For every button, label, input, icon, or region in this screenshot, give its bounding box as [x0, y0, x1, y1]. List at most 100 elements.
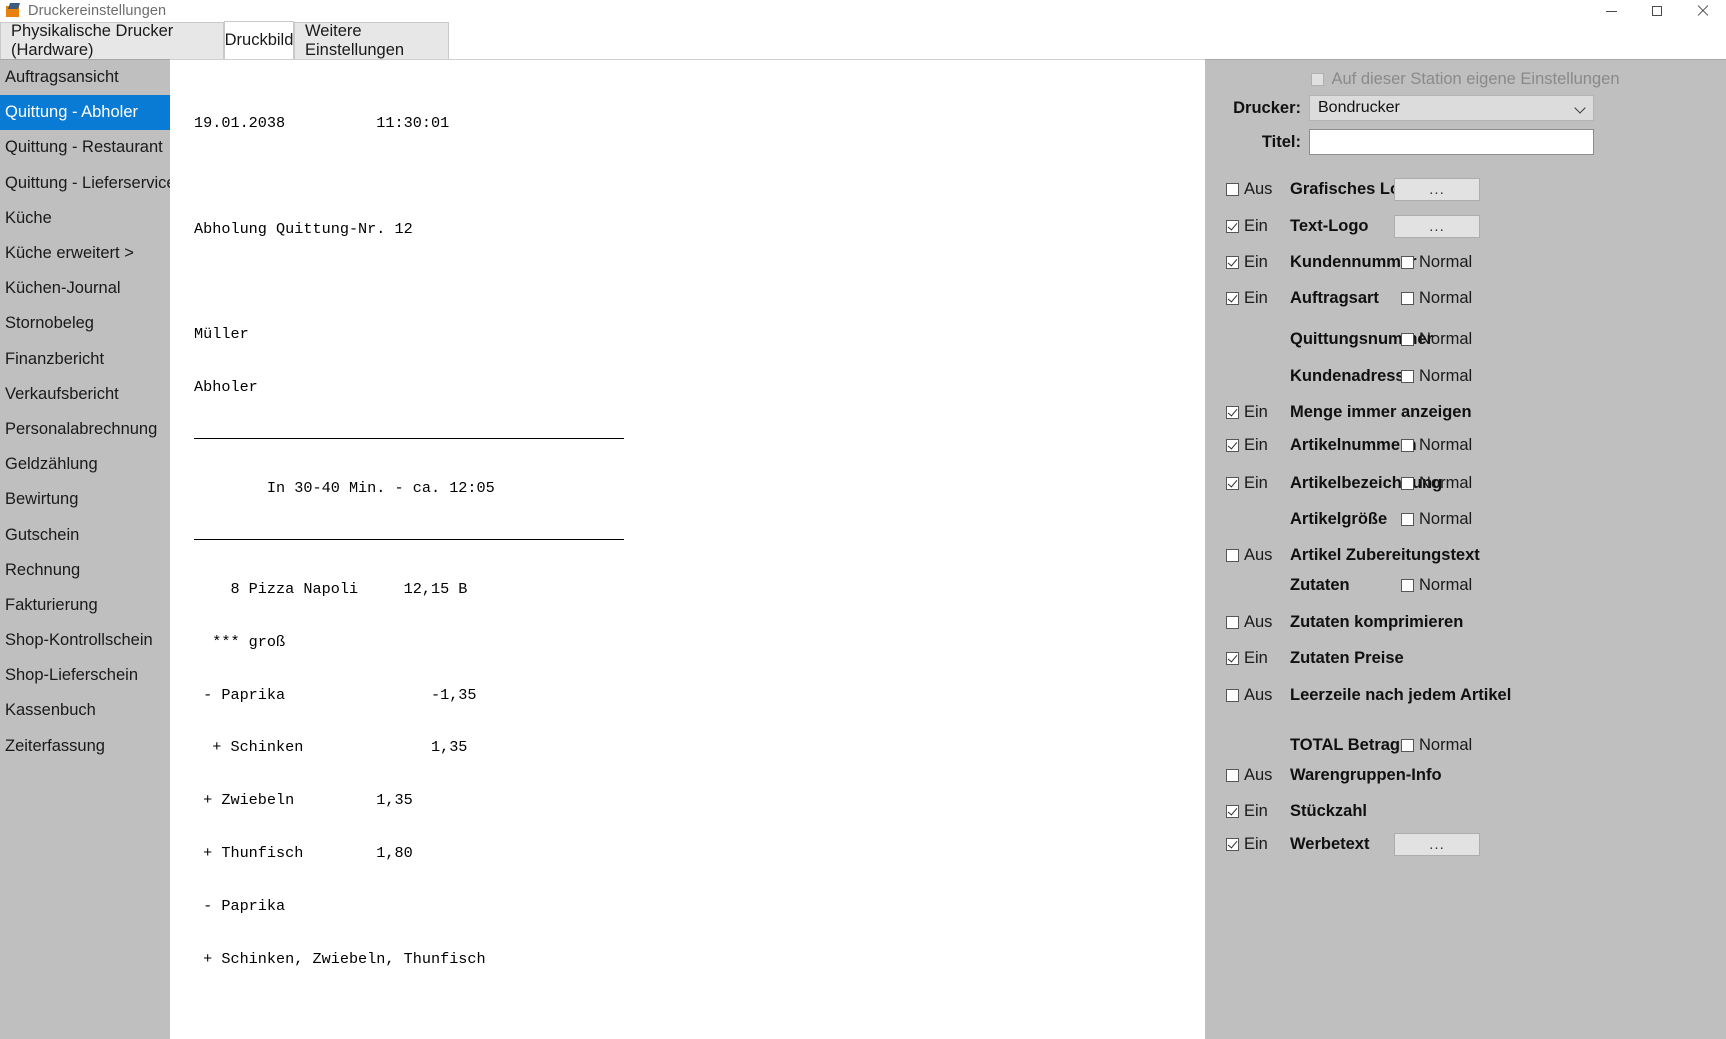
option-normal-toggle-7[interactable]: Normal	[1401, 436, 1472, 455]
option-normal-toggle-3[interactable]: Normal	[1401, 289, 1472, 308]
option-normal-toggle-2[interactable]: Normal	[1401, 253, 1472, 272]
receipt-item-1-mod-6: + Schinken, Zwiebeln, Thunfisch	[194, 949, 486, 968]
option-toggle-18[interactable]: Ein	[1226, 835, 1298, 854]
option-checkbox[interactable]	[1226, 651, 1239, 665]
station-settings-row[interactable]: Auf dieser Station eigene Einstellungen	[1205, 67, 1726, 91]
option-checkbox[interactable]	[1226, 688, 1239, 702]
sidebar-item-19[interactable]: Zeiterfassung	[0, 729, 170, 764]
station-settings-checkbox[interactable]	[1311, 72, 1325, 86]
option-checkbox[interactable]	[1226, 182, 1239, 196]
option-normal-checkbox[interactable]	[1401, 332, 1414, 346]
sidebar-item-10[interactable]: Personalabrechnung	[0, 412, 170, 447]
option-title: Kundenadresse	[1290, 366, 1414, 385]
option-normal-checkbox[interactable]	[1401, 255, 1414, 269]
option-state-label: Ein	[1244, 252, 1268, 271]
sidebar-item-label: Quittung - Restaurant	[5, 138, 163, 157]
print-preview-pane: 19.01.2038 11:30:01 Abholung Quittung-Nr…	[170, 59, 1205, 1039]
option-toggle-14[interactable]: Aus	[1226, 686, 1298, 705]
option-normal-checkbox[interactable]	[1401, 512, 1414, 526]
option-ellipsis-button-0[interactable]: ...	[1394, 177, 1480, 201]
title-field-row: Titel:	[1205, 128, 1726, 156]
option-toggle-7[interactable]: Ein	[1226, 436, 1298, 455]
option-row-10: Aus Artikel Zubereitungstext	[1205, 544, 1726, 566]
option-normal-checkbox[interactable]	[1401, 291, 1414, 305]
option-ellipsis-button-1[interactable]: ...	[1394, 214, 1480, 238]
sidebar-item-8[interactable]: Finanzbericht	[0, 342, 170, 377]
option-normal-checkbox[interactable]	[1401, 578, 1414, 592]
sidebar-item-13[interactable]: Gutschein	[0, 517, 170, 552]
option-checkbox[interactable]	[1226, 291, 1239, 305]
close-button[interactable]	[1680, 0, 1726, 22]
title-label: Titel:	[1261, 132, 1301, 151]
option-title: Kundennummer	[1290, 252, 1417, 271]
option-checkbox[interactable]	[1226, 476, 1239, 490]
option-toggle-10[interactable]: Aus	[1226, 546, 1298, 565]
option-normal-toggle-11[interactable]: Normal	[1401, 576, 1472, 595]
option-normal-checkbox[interactable]	[1401, 369, 1414, 383]
sidebar-item-18[interactable]: Kassenbuch	[0, 693, 170, 728]
option-state-label: Aus	[1244, 612, 1273, 631]
option-toggle-16[interactable]: Aus	[1226, 766, 1298, 785]
sidebar-item-11[interactable]: Geldzählung	[0, 447, 170, 482]
sidebar-item-label: Bewirtung	[5, 490, 79, 509]
option-toggle-12[interactable]: Aus	[1226, 613, 1298, 632]
option-toggle-3[interactable]: Ein	[1226, 289, 1298, 308]
option-checkbox[interactable]	[1226, 804, 1239, 818]
sidebar-item-5[interactable]: Küche erweitert >	[0, 236, 170, 271]
sidebar-item-7[interactable]: Stornobeleg	[0, 306, 170, 341]
option-row-12: Aus Zutaten komprimieren	[1205, 611, 1726, 633]
sidebar-item-17[interactable]: Shop-Lieferschein	[0, 658, 170, 693]
sidebar-item-9[interactable]: Verkaufsbericht	[0, 377, 170, 412]
printer-select[interactable]: Bondrucker	[1309, 95, 1594, 121]
option-normal-label: Normal	[1419, 435, 1473, 454]
sidebar-item-4[interactable]: Küche	[0, 201, 170, 236]
option-normal-checkbox[interactable]	[1401, 476, 1414, 490]
option-toggle-1[interactable]: Ein	[1226, 217, 1298, 236]
sidebar-item-3[interactable]: Quittung - Lieferservice	[0, 166, 170, 201]
option-checkbox[interactable]	[1226, 438, 1239, 452]
tab-0[interactable]: Physikalische Drucker (Hardware)	[0, 22, 224, 59]
receipt-eta: In 30-40 Min. - ca. 12:05	[194, 479, 495, 498]
sidebar-item-2[interactable]: Quittung - Restaurant	[0, 130, 170, 165]
option-normal-checkbox[interactable]	[1401, 738, 1414, 752]
option-checkbox[interactable]	[1226, 548, 1239, 562]
option-normal-toggle-9[interactable]: Normal	[1401, 510, 1472, 529]
sidebar-list[interactable]: Auftragsansicht Quittung - Abholer Quittun…	[0, 59, 170, 1039]
minimize-button[interactable]	[1588, 0, 1634, 22]
option-normal-toggle-5[interactable]: Normal	[1401, 367, 1472, 386]
option-ellipsis-button-18[interactable]: ...	[1394, 832, 1480, 856]
option-normal-checkbox[interactable]	[1401, 438, 1414, 452]
option-toggle-8[interactable]: Ein	[1226, 474, 1298, 493]
option-checkbox[interactable]	[1226, 405, 1239, 419]
option-normal-toggle-15[interactable]: Normal	[1401, 736, 1472, 755]
tab-2[interactable]: Weitere Einstellungen	[294, 22, 449, 59]
option-row-2: Ein Kundennummer Normal	[1205, 251, 1726, 273]
option-state-label: Ein	[1244, 801, 1268, 820]
sidebar-item-16[interactable]: Shop-Kontrollschein	[0, 623, 170, 658]
option-checkbox[interactable]	[1226, 768, 1239, 782]
option-toggle-17[interactable]: Ein	[1226, 802, 1298, 821]
sidebar-item-label: Finanzbericht	[5, 349, 105, 368]
receipt-preview: 19.01.2038 11:30:01 Abholung Quittung-Nr…	[194, 80, 624, 1039]
sidebar-item-12[interactable]: Bewirtung	[0, 482, 170, 517]
option-state-label: Ein	[1244, 288, 1268, 307]
option-toggle-6[interactable]: Ein	[1226, 403, 1298, 422]
sidebar-item-14[interactable]: Rechnung	[0, 553, 170, 588]
option-checkbox[interactable]	[1226, 255, 1239, 269]
option-toggle-13[interactable]: Ein	[1226, 649, 1298, 668]
tab-1[interactable]: Druckbild	[224, 21, 294, 59]
option-normal-toggle-8[interactable]: Normal	[1401, 474, 1472, 493]
sidebar-item-0[interactable]: Auftragsansicht	[0, 60, 170, 95]
sidebar-item-6[interactable]: Küchen-Journal	[0, 271, 170, 306]
maximize-button[interactable]	[1634, 0, 1680, 22]
option-toggle-0[interactable]: Aus	[1226, 180, 1298, 199]
option-checkbox[interactable]	[1226, 837, 1239, 851]
sidebar-item-1[interactable]: Quittung - Abholer	[0, 95, 170, 131]
sidebar-item-label: Fakturierung	[5, 595, 98, 614]
sidebar-item-15[interactable]: Fakturierung	[0, 588, 170, 623]
option-toggle-2[interactable]: Ein	[1226, 253, 1298, 272]
option-normal-toggle-4[interactable]: Normal	[1401, 330, 1472, 349]
option-checkbox[interactable]	[1226, 219, 1239, 233]
option-checkbox[interactable]	[1226, 615, 1239, 629]
title-input[interactable]	[1309, 129, 1594, 155]
